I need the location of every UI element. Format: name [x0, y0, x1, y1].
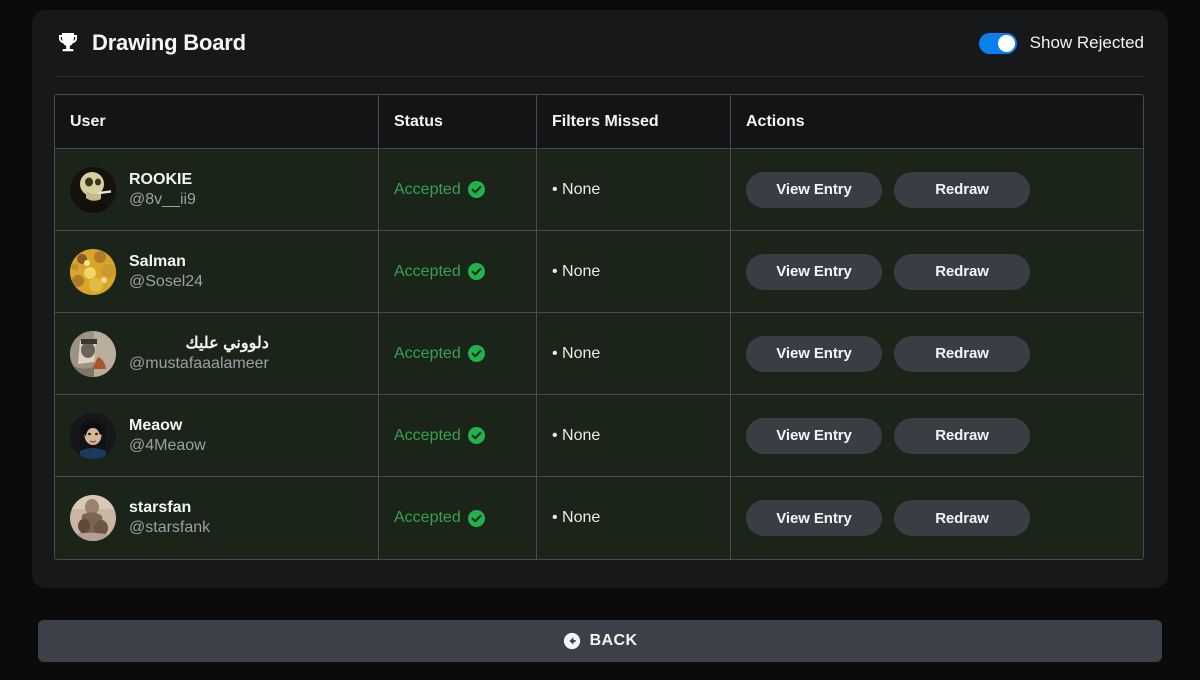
status-badge: Accepted	[394, 181, 485, 199]
status-cell: Accepted	[379, 395, 537, 476]
table-row: Meaow @4Meaow Accepted • None View Entry…	[55, 395, 1143, 477]
user-name: Salman	[129, 252, 186, 270]
user-text: Meaow @4Meaow	[129, 416, 206, 456]
status-badge: Accepted	[394, 345, 485, 363]
user-handle: @8v__ii9	[129, 190, 196, 208]
card-header: Drawing Board Show Rejected	[54, 10, 1146, 76]
redraw-button[interactable]: Redraw	[894, 500, 1030, 536]
status-badge: Accepted	[394, 509, 485, 527]
filters-missed-value: • None	[552, 509, 601, 526]
view-entry-button[interactable]: View Entry	[746, 335, 882, 372]
back-button-label: BACK	[589, 632, 638, 649]
status-label: Accepted	[394, 509, 461, 526]
filters-missed-value: • None	[552, 426, 601, 444]
actions-cell: View Entry Redraw	[731, 313, 1143, 394]
actions-cell: View Entry Redraw	[731, 477, 1143, 559]
check-circle-icon	[467, 345, 485, 362]
status-cell: Accepted	[379, 313, 537, 394]
user-text: ROOKIE @8v__ii9	[129, 170, 196, 210]
redraw-button[interactable]: Redraw	[894, 335, 1030, 372]
user-name: دلووني عليك	[185, 334, 269, 352]
status-badge: Accepted	[394, 427, 485, 445]
filters-missed-value: • None	[552, 344, 601, 362]
table-row: starsfan @starsfank Accepted • None View…	[55, 477, 1143, 559]
table-row: ROOKIE @8v__ii9 Accepted • None View Ent…	[55, 149, 1143, 231]
check-circle-icon	[467, 181, 485, 198]
show-rejected-toggle[interactable]	[978, 32, 1017, 54]
avatar[interactable]	[70, 495, 116, 541]
filters-missed-cell: • None	[537, 231, 731, 312]
trophy-icon	[56, 30, 80, 56]
user-cell: Meaow @4Meaow	[55, 395, 379, 476]
filters-missed-cell: • None	[537, 313, 731, 394]
drawing-board-card: Drawing Board Show Rejected User Status …	[32, 10, 1168, 588]
redraw-button[interactable]: Redraw	[894, 253, 1030, 290]
user-cell: دلووني عليك @mustafaaalameer	[55, 313, 379, 394]
back-button[interactable]: BACK	[38, 620, 1162, 662]
redraw-button[interactable]: Redraw	[894, 417, 1030, 454]
column-header-filters-missed: Filters Missed	[537, 95, 731, 148]
user-handle: @mustafaaalameer	[129, 354, 269, 372]
actions-cell: View Entry Redraw	[731, 395, 1143, 476]
table-row: دلووني عليك @mustafaaalameer Accepted • …	[55, 313, 1143, 395]
entries-table: User Status Filters Missed Actions ROOKI…	[54, 94, 1144, 560]
status-label: Accepted	[394, 180, 461, 198]
header-divider	[56, 76, 1144, 77]
check-circle-icon	[467, 263, 485, 280]
filters-missed-cell: • None	[537, 477, 731, 559]
column-header-status: Status	[379, 95, 537, 148]
user-text: Salman @Sosel24	[129, 252, 203, 292]
user-text: starsfan @starsfank	[129, 498, 210, 538]
status-label: Accepted	[394, 426, 461, 444]
table-row: Salman @Sosel24 Accepted • None View Ent…	[55, 231, 1143, 313]
status-label: Accepted	[394, 344, 461, 362]
actions-cell: View Entry Redraw	[731, 149, 1143, 230]
user-handle: @4Meaow	[129, 436, 206, 454]
table-header-row: User Status Filters Missed Actions	[55, 95, 1143, 149]
filters-missed-value: • None	[552, 180, 601, 198]
view-entry-button[interactable]: View Entry	[746, 417, 882, 454]
user-text: دلووني عليك @mustafaaalameer	[129, 334, 269, 374]
user-name: Meaow	[129, 416, 183, 434]
toggle-knob	[997, 34, 1015, 52]
user-handle: @Sosel24	[129, 272, 204, 290]
user-cell: ROOKIE @8v__ii9	[55, 149, 379, 230]
avatar[interactable]	[70, 412, 116, 459]
filters-missed-value: • None	[552, 262, 601, 280]
actions-cell: View Entry Redraw	[731, 231, 1143, 312]
view-entry-button[interactable]: View Entry	[746, 500, 882, 536]
avatar[interactable]	[70, 166, 116, 213]
status-badge: Accepted	[394, 263, 485, 281]
status-cell: Accepted	[379, 149, 537, 230]
user-cell: starsfan @starsfank	[55, 477, 379, 559]
check-circle-icon	[467, 427, 485, 444]
show-rejected-toggle-group[interactable]: Show Rejected	[978, 32, 1144, 54]
status-label: Accepted	[394, 262, 461, 280]
user-handle: @starsfank	[129, 519, 211, 536]
arrow-circle-left-icon	[563, 632, 581, 650]
avatar[interactable]	[70, 248, 116, 295]
filters-missed-cell: • None	[537, 395, 731, 476]
show-rejected-label: Show Rejected	[1029, 33, 1144, 52]
title-wrap: Drawing Board	[56, 30, 246, 56]
check-circle-icon	[467, 509, 485, 527]
redraw-button[interactable]: Redraw	[894, 171, 1030, 208]
view-entry-button[interactable]: View Entry	[746, 253, 882, 290]
user-name: ROOKIE	[129, 170, 193, 188]
column-header-user: User	[55, 95, 379, 148]
column-header-actions: Actions	[746, 112, 805, 130]
view-entry-button[interactable]: View Entry	[746, 171, 882, 208]
status-cell: Accepted	[379, 231, 537, 312]
status-cell: Accepted	[379, 477, 537, 559]
user-cell: Salman @Sosel24	[55, 231, 379, 312]
user-name: starsfan	[129, 499, 192, 516]
avatar[interactable]	[70, 330, 116, 377]
filters-missed-cell: • None	[537, 149, 731, 230]
page-title: Drawing Board	[92, 30, 246, 55]
